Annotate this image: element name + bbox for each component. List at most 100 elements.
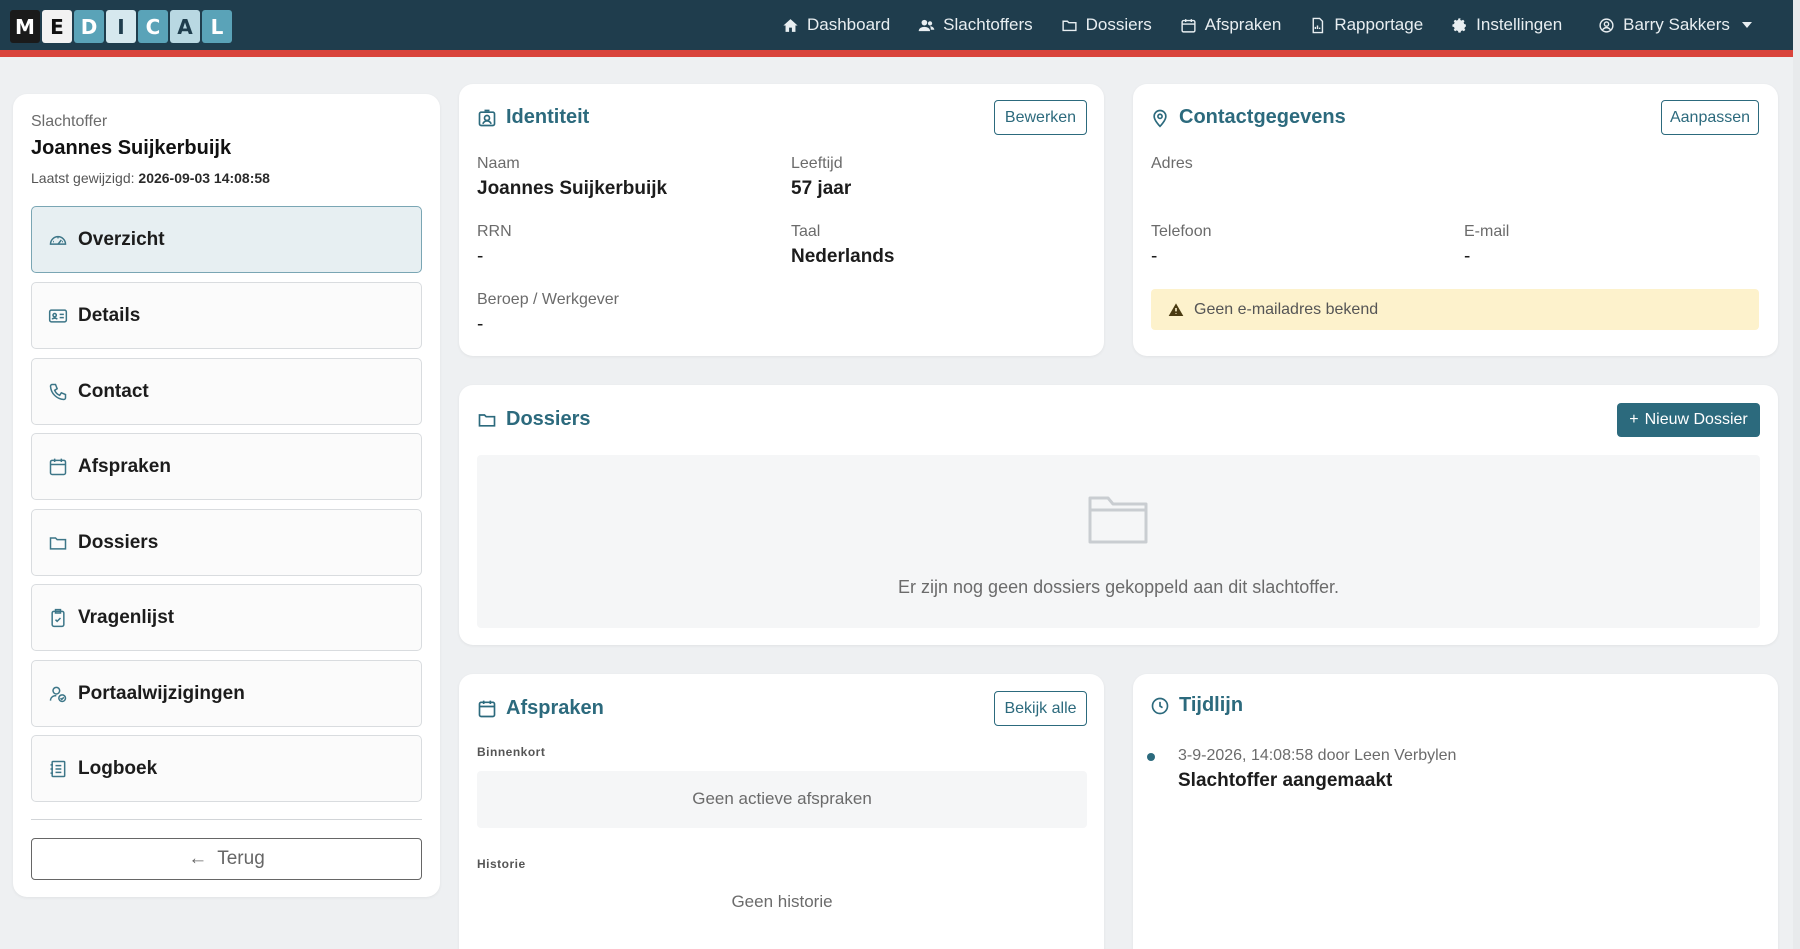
report-icon [1312, 17, 1324, 33]
top-navbar: M E D I C A L Dashboard Slachtoffers Dos… [0, 0, 1793, 57]
arrow-left-icon: ← [188, 848, 208, 869]
sidebar-item-overzicht[interactable]: Overzicht [31, 206, 422, 273]
sidebar-item-details[interactable]: Details [31, 282, 422, 349]
users-icon [918, 19, 935, 31]
gear-icon [1452, 17, 1467, 33]
logo-letter: I [106, 10, 136, 43]
victim-name: Joannes Suijkerbuijk [31, 137, 232, 159]
dossiers-empty-text: Er zijn nog geen dossiers gekoppeld aan … [898, 577, 1339, 597]
naam-label: Naam [477, 155, 520, 172]
sidebar-item-label: Overzicht [78, 228, 165, 250]
gauge-icon [49, 235, 67, 245]
rrn-value: - [477, 246, 484, 267]
chevron-down-icon [1741, 22, 1752, 28]
timeline-title: Tijdlijn [1150, 694, 1243, 717]
adres-label: Adres [1151, 155, 1193, 172]
rrn-label: RRN [477, 223, 512, 240]
clipboard-check-icon [51, 608, 65, 627]
upcoming-label: Binnenkort [477, 745, 546, 759]
beroep-value: - [477, 314, 484, 335]
empty-folder-icon [1088, 496, 1148, 544]
nav-item-rapportage[interactable]: Rapportage [1309, 15, 1423, 35]
last-modified-label: Laatst gewijzigd: [31, 170, 135, 186]
nav-item-instellingen[interactable]: Instellingen [1451, 15, 1562, 35]
nav-item-dashboard[interactable]: Dashboard [782, 15, 890, 35]
nav-item-label: Slachtoffers [943, 15, 1033, 34]
last-modified: Laatst gewijzigd: 2026-09-03 14:08:58 [31, 170, 270, 186]
nav-item-afspraken[interactable]: Afspraken [1180, 15, 1281, 35]
upcoming-empty-text: Geen actieve afspraken [692, 789, 872, 808]
identity-title: Identiteit [477, 106, 589, 129]
taal-label: Taal [791, 223, 821, 240]
new-dossier-button[interactable]: + Nieuw Dossier [1617, 403, 1760, 437]
accent-line [0, 50, 1793, 57]
nav-item-slachtoffers[interactable]: Slachtoffers [918, 15, 1033, 35]
medical-logo[interactable]: M E D I C A L [10, 10, 232, 43]
logo-letter: M [10, 10, 40, 43]
user-menu[interactable]: Barry Sakkers [1598, 15, 1752, 35]
folder-icon [478, 413, 496, 427]
email-label: E-mail [1464, 223, 1510, 240]
telefoon-label: Telefoon [1151, 223, 1212, 240]
history-label: Historie [477, 857, 526, 871]
back-button[interactable]: ← Terug [31, 838, 422, 880]
id-badge-icon [478, 109, 496, 126]
view-all-appointments-button[interactable]: Bekijk alle [994, 691, 1087, 726]
sidebar-item-afspraken[interactable]: Afspraken [31, 433, 422, 500]
sidebar-item-label: Vragenlijst [78, 606, 175, 628]
edit-contact-button[interactable]: Aanpassen [1661, 100, 1759, 135]
appointments-title-text: Afspraken [506, 697, 604, 719]
sidebar-item-dossiers[interactable]: Dossiers [31, 509, 422, 576]
user-check-icon [49, 686, 67, 702]
map-pin-icon [1153, 109, 1167, 128]
email-warning: Geen e-mailadres bekend [1151, 289, 1759, 330]
timeline-title-text: Tijdlijn [1179, 694, 1244, 716]
nav-item-dossiers[interactable]: Dossiers [1061, 15, 1152, 35]
beroep-label: Beroep / Werkgever [477, 291, 619, 308]
window-edge [1793, 0, 1800, 949]
phone-icon [49, 383, 67, 400]
folder-icon [49, 536, 67, 550]
logo-letter: A [170, 10, 200, 43]
sidebar-item-portaalwijzigingen[interactable]: Portaalwijzigingen [31, 660, 422, 727]
timeline-entry-meta: 3-9-2026, 14:08:58 door Leen Verbylen [1178, 747, 1457, 764]
logbook-icon [50, 760, 66, 777]
contact-title-text: Contactgegevens [1179, 106, 1346, 128]
naam-value: Joannes Suijkerbuijk [477, 178, 668, 199]
dossiers-title-text: Dossiers [506, 408, 591, 430]
user-name: Barry Sakkers [1623, 15, 1730, 34]
nav-item-label: Dashboard [807, 15, 891, 34]
id-card-icon [48, 308, 68, 323]
user-circle-icon [1599, 17, 1614, 33]
logo-letter: E [42, 10, 72, 43]
edit-identity-button[interactable]: Bewerken [994, 100, 1087, 135]
nav-item-label: Rapportage [1334, 15, 1424, 34]
last-modified-value: 2026-09-03 14:08:58 [138, 170, 270, 186]
folder-icon [1062, 20, 1077, 31]
timeline-entry-text: Slachtoffer aangemaakt [1178, 770, 1393, 791]
logo-letter: L [202, 10, 232, 43]
clock-icon [1151, 697, 1169, 714]
plus-icon: + [1629, 411, 1639, 428]
taal-value: Nederlands [791, 246, 895, 267]
logo-letter: C [138, 10, 168, 43]
home-icon [783, 18, 798, 32]
history-empty-text: Geen historie [731, 892, 833, 911]
main-nav: Dashboard Slachtoffers Dossiers Afsprake… [782, 0, 1752, 50]
sidebar-item-label: Contact [78, 380, 149, 402]
leeftijd-value: 57 jaar [791, 178, 852, 199]
sidebar-item-contact[interactable]: Contact [31, 358, 422, 425]
back-button-label: Terug [217, 848, 265, 869]
sidebar-subtitle: Slachtoffer [31, 113, 108, 130]
timeline-dot [1147, 753, 1155, 761]
sidebar-item-label: Afspraken [78, 455, 171, 477]
sidebar-item-vragenlijst[interactable]: Vragenlijst [31, 584, 422, 651]
contact-title: Contactgegevens [1150, 106, 1346, 129]
calendar-icon [478, 700, 496, 717]
email-value: - [1464, 246, 1471, 267]
sidebar-item-logboek[interactable]: Logboek [31, 735, 422, 802]
identity-title-text: Identiteit [506, 106, 590, 128]
sidebar-item-label: Details [78, 304, 141, 326]
appointments-title: Afspraken [477, 697, 604, 720]
calendar-icon [49, 458, 67, 475]
